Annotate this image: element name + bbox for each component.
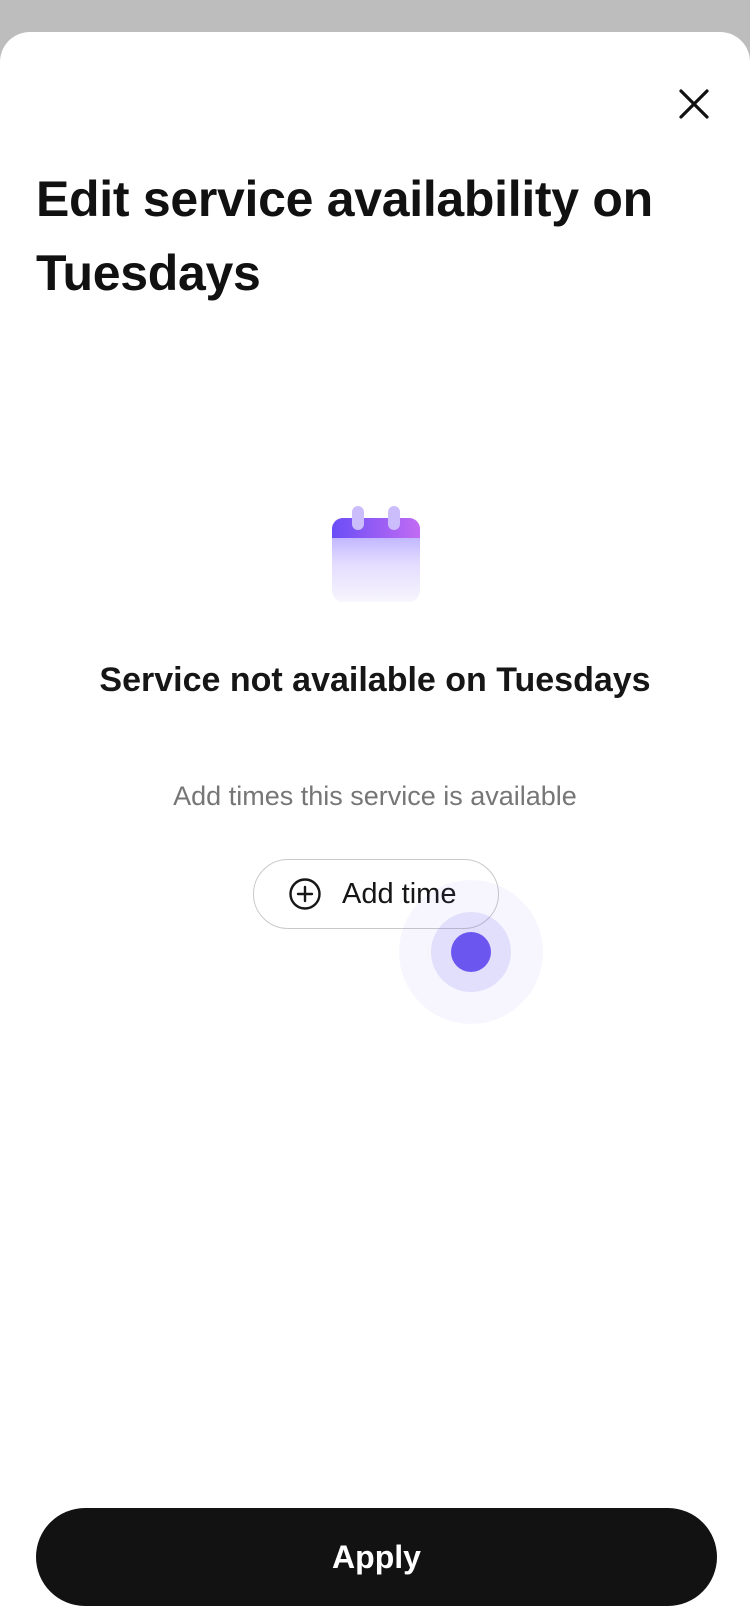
touch-indicator-dot (451, 932, 491, 972)
empty-state-subtitle: Add times this service is available (173, 781, 577, 811)
bottom-sheet: Edit service availability on Tuesdays Se… (0, 32, 750, 1624)
empty-state-title: Service not available on Tuesdays (99, 661, 651, 699)
page-title: Edit service availability on Tuesdays (36, 171, 653, 301)
apply-button[interactable]: Apply (36, 1508, 717, 1606)
add-time-label: Add time (342, 877, 457, 910)
close-icon (679, 89, 709, 119)
plus-circle-icon (289, 878, 321, 910)
close-button[interactable] (666, 76, 722, 132)
calendar-icon (332, 506, 420, 602)
add-time-button[interactable]: Add time (253, 859, 499, 929)
